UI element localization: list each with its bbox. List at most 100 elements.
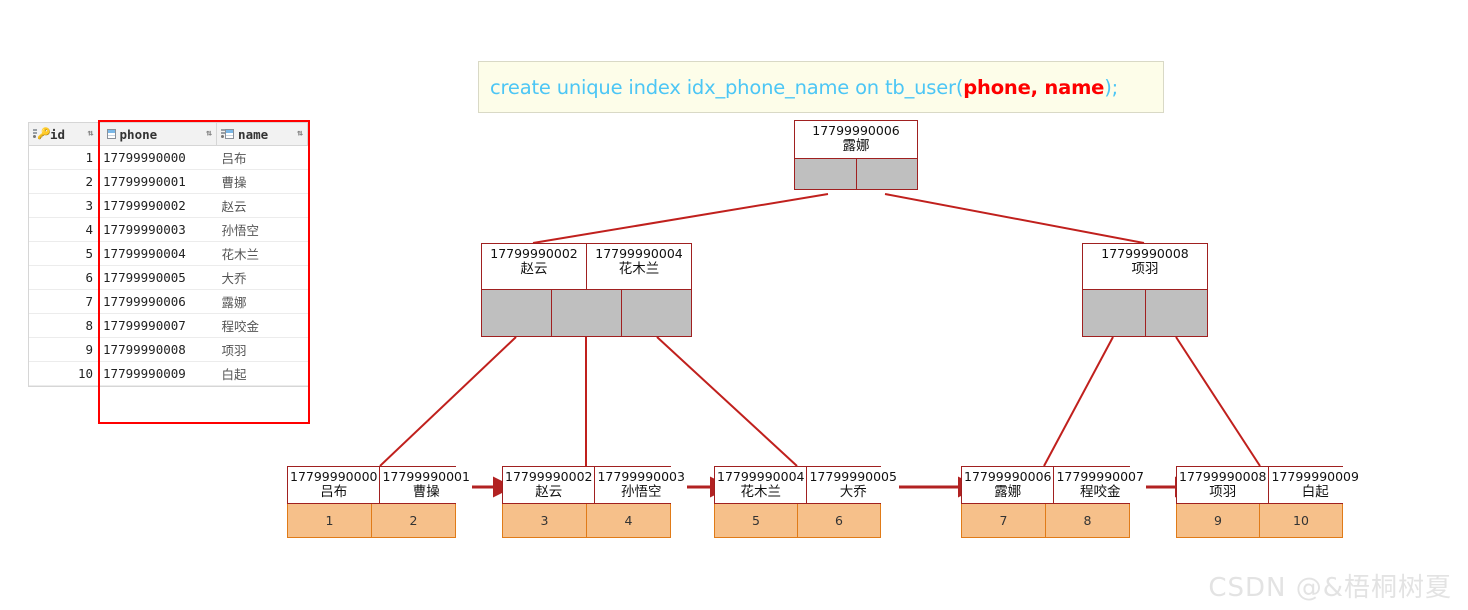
node-key-name: 赵云	[535, 484, 563, 500]
column-header-name[interactable]: name ⇅	[216, 122, 308, 146]
btree-leaf-node: 17799990000 吕布 17799990001 曹操 1 2	[287, 466, 472, 538]
node-key-row: 17799990000 吕布 17799990001 曹操	[287, 466, 472, 504]
edge-l1-leaf3	[656, 336, 798, 467]
leaf-id-row: 12	[287, 504, 456, 538]
btree-leaf-node: 17799990006 露娜 17799990007 程咬金 7 8	[961, 466, 1146, 538]
internal-right-to-leaf-edges	[1043, 336, 1261, 467]
table-cell-name: 白起	[216, 361, 308, 386]
node-key-name: 花木兰	[618, 261, 660, 277]
node-key-name: 露娜	[842, 138, 870, 154]
table-cell-name: 程咬金	[216, 313, 308, 338]
column-header-phone-inner: phone ⇅	[103, 127, 212, 142]
table-row[interactable]: 6 17799990005 大乔	[29, 265, 308, 290]
sql-prefix: create unique index idx_phone_name on tb…	[490, 75, 964, 99]
node-pointer-cell	[856, 159, 917, 189]
node-key-row: 17799990006 露娜 17799990007 程咬金	[961, 466, 1146, 504]
table-cell-phone: 17799990007	[98, 313, 217, 338]
sort-indicator-name[interactable]: ⇅	[297, 129, 303, 137]
node-key-phone: 17799990000	[290, 469, 378, 484]
table-row[interactable]: 5 17799990004 花木兰	[29, 241, 308, 266]
node-key-row: 17799990002 赵云 17799990004 花木兰	[481, 243, 692, 290]
node-key-cell: 17799990004 花木兰	[587, 244, 691, 289]
edge-root-right	[884, 193, 1145, 244]
table-row[interactable]: 1 17799990000 吕布	[29, 145, 308, 170]
table-row[interactable]: 7 17799990006 露娜	[29, 289, 308, 314]
node-key-cell: 17799990008 项羽	[1177, 467, 1270, 503]
node-key-cell: 17799990005 大乔	[807, 467, 899, 503]
node-key-phone: 17799990007	[1056, 469, 1144, 484]
table-cell-name: 吕布	[216, 145, 308, 170]
table-cell-id: 10	[29, 361, 99, 386]
btree-leaf-node: 17799990002 赵云 17799990003 孙悟空 3 4	[502, 466, 687, 538]
column-header-name-label: name	[238, 126, 269, 142]
leaf-id-cell: 10	[1260, 504, 1342, 537]
node-key-name: 花木兰	[740, 484, 781, 500]
btree-root-node: 17799990006 露娜	[794, 120, 918, 190]
table-glyph	[225, 129, 235, 139]
node-key-row: 17799990002 赵云 17799990003 孙悟空	[502, 466, 687, 504]
table-row[interactable]: 2 17799990001 曹操	[29, 169, 308, 194]
node-key-cell: 17799990003 孙悟空	[595, 467, 687, 503]
result-table: 🔑 id ⇅ phone ⇅ name ⇅ 1 17799990000 吕布 2…	[29, 122, 308, 386]
diagram-canvas: create unique index idx_phone_name on tb…	[0, 0, 1468, 610]
table-row[interactable]: 4 17799990003 孙悟空	[29, 217, 308, 242]
table-cell-phone: 17799990008	[98, 337, 217, 362]
node-key-phone: 17799990002	[490, 246, 578, 261]
node-pointer-cell	[1083, 290, 1146, 336]
edge-root-left	[532, 193, 829, 244]
column-header-id-inner: 🔑 id ⇅	[33, 127, 94, 142]
node-key-phone: 17799990006	[964, 469, 1052, 484]
leaf-id-row: 34	[502, 504, 671, 538]
node-key-name: 吕布	[320, 484, 348, 500]
column-header-name-inner: name ⇅	[221, 127, 303, 142]
sort-indicator-phone[interactable]: ⇅	[206, 129, 212, 137]
table-row[interactable]: 3 17799990002 赵云	[29, 193, 308, 218]
table-cell-name: 孙悟空	[216, 217, 308, 242]
node-pointer-row	[794, 159, 918, 190]
table-row[interactable]: 8 17799990007 程咬金	[29, 313, 308, 338]
leaf-id-cell: 8	[1046, 504, 1129, 537]
node-key-phone: 17799990001	[382, 469, 470, 484]
node-key-name: 程咬金	[1079, 484, 1121, 500]
column-header-phone[interactable]: phone ⇅	[98, 122, 218, 146]
table-cell-id: 8	[29, 313, 99, 338]
leaf-id-cell: 7	[962, 504, 1046, 537]
table-cell-phone: 17799990006	[98, 289, 217, 314]
node-key-phone: 17799990002	[505, 469, 593, 484]
node-key-phone: 17799990006	[812, 123, 900, 138]
leaf-id-cell: 2	[372, 504, 455, 537]
node-key-phone: 17799990008	[1179, 469, 1267, 484]
leaf-id-cell: 4	[587, 504, 670, 537]
table-cell-name: 赵云	[216, 193, 308, 218]
node-key-cell: 17799990006 露娜	[962, 467, 1055, 503]
node-pointer-cell	[622, 290, 691, 336]
table-row[interactable]: 9 17799990008 项羽	[29, 337, 308, 362]
btree-leaf-node: 17799990008 项羽 17799990009 白起 9 10	[1176, 466, 1361, 538]
node-key-name: 白起	[1301, 484, 1329, 500]
column-table-icon	[221, 128, 235, 140]
node-key-row: 17799990008 项羽	[1082, 243, 1208, 290]
node-pointer-cell	[1145, 290, 1207, 336]
leaf-id-cell: 5	[715, 504, 798, 537]
column-header-id[interactable]: 🔑 id ⇅	[29, 122, 99, 146]
node-key-cell: 17799990007 程咬金	[1054, 467, 1146, 503]
table-row[interactable]: 10 17799990009 白起	[29, 361, 308, 386]
leaf-id-row: 9 10	[1176, 504, 1343, 538]
table-cell-id: 5	[29, 241, 99, 266]
sort-indicator-id[interactable]: ⇅	[87, 129, 93, 137]
table-cell-name: 曹操	[216, 169, 308, 194]
node-key-cell: 17799990001 曹操	[380, 467, 472, 503]
node-key-name: 露娜	[994, 484, 1022, 500]
node-key-phone: 17799990009	[1271, 469, 1359, 484]
bar-dot	[221, 135, 225, 138]
leaf-id-cell: 1	[288, 504, 372, 537]
column-table-icon	[103, 128, 116, 140]
result-grid: 🔑 id ⇅ phone ⇅ name ⇅ 1 17799990000 吕布 2…	[28, 122, 309, 387]
sql-statement-text: create unique index idx_phone_name on tb…	[490, 76, 1118, 99]
node-key-phone: 17799990004	[595, 246, 683, 261]
sql-indexed-columns: phone, name	[963, 75, 1105, 99]
node-key-name: 大乔	[839, 484, 867, 500]
edge-r1-leaf5	[1175, 336, 1261, 467]
table-cell-phone: 17799990005	[98, 265, 217, 290]
sql-statement-box: create unique index idx_phone_name on tb…	[478, 61, 1164, 113]
